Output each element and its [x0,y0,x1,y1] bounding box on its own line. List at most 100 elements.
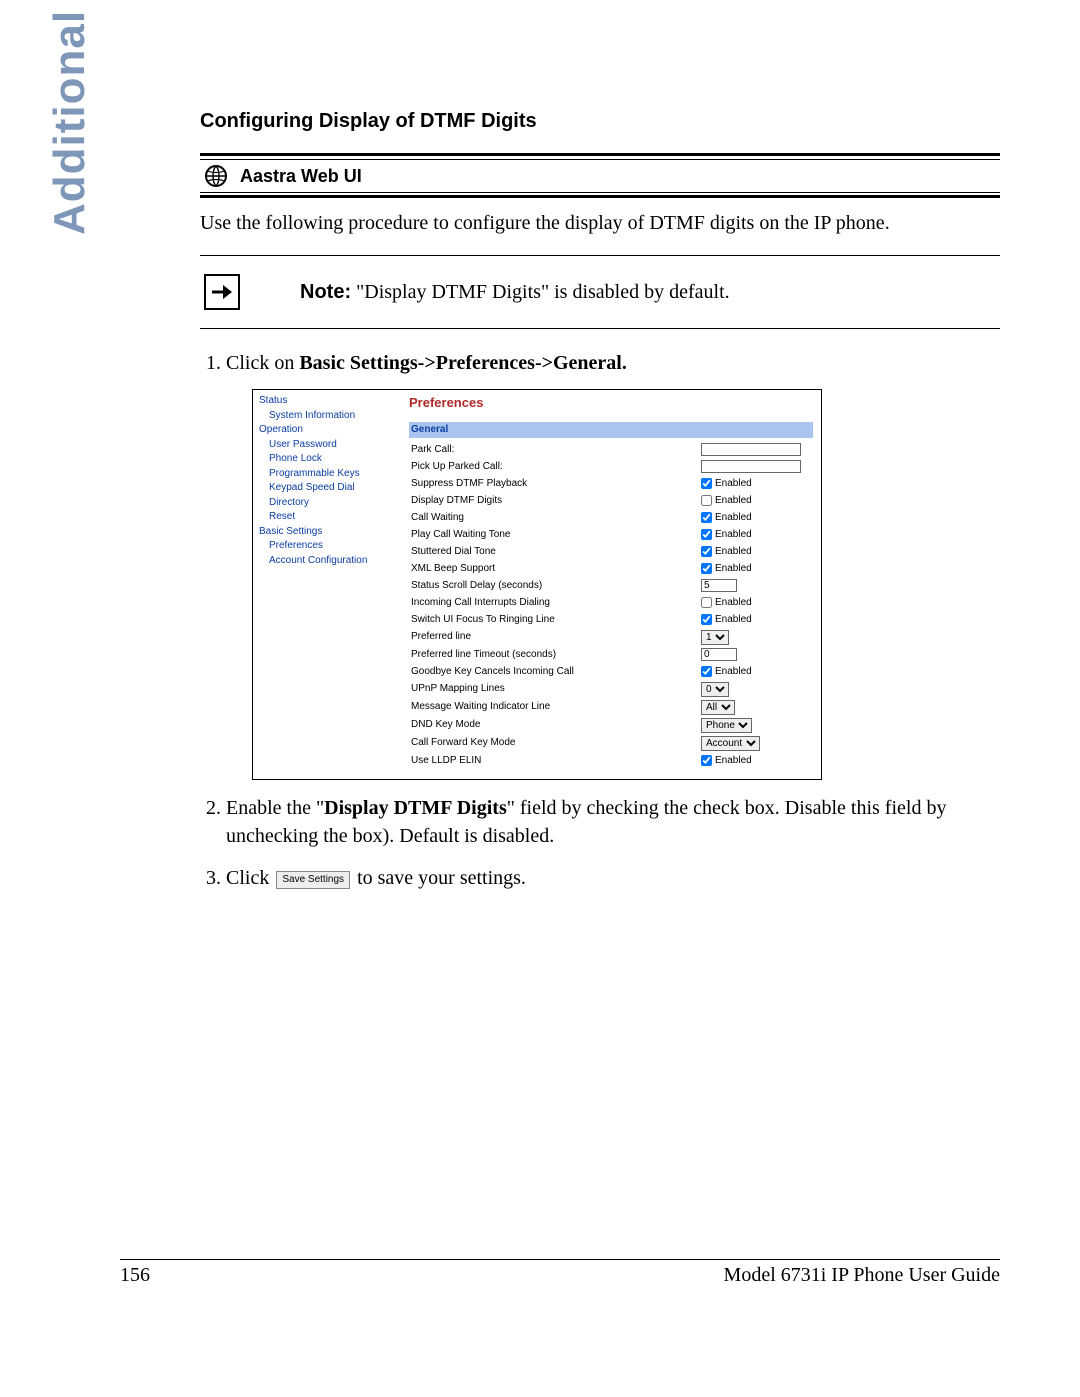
dropdown[interactable]: 0 [701,682,729,697]
pref-label: Park Call: [409,441,699,458]
pref-control: Account [699,734,813,752]
guide-title: Model 6731i IP Phone User Guide [724,1264,1000,1287]
pref-control [699,646,813,663]
table-row: Incoming Call Interrupts DialingEnabled [409,594,813,611]
pref-label: Status Scroll Delay (seconds) [409,577,699,594]
pref-label: Preferred line [409,628,699,646]
nav-basic-settings[interactable]: Basic Settings [259,525,401,540]
checkbox-label: Enabled [715,529,752,540]
nav-system-information[interactable]: System Information [259,409,401,424]
pref-control: Enabled [699,543,813,560]
nav-status[interactable]: Status [259,394,401,409]
checkbox[interactable] [701,546,712,557]
table-row: Goodbye Key Cancels Incoming CallEnabled [409,663,813,680]
pref-label: Play Call Waiting Tone [409,526,699,543]
checkbox[interactable] [701,563,712,574]
pref-label: Display DTMF Digits [409,492,699,509]
step-2: Enable the "Display DTMF Digits" field b… [226,794,1000,850]
nav-phone-lock[interactable]: Phone Lock [259,452,401,467]
table-row: UPnP Mapping Lines0 [409,680,813,698]
pref-control: 0 [699,680,813,698]
table-row: Status Scroll Delay (seconds) [409,577,813,594]
checkbox-label: Enabled [715,614,752,625]
pref-label: Stuttered Dial Tone [409,543,699,560]
table-row: Suppress DTMF Playback Enabled [409,475,813,492]
pref-control: Enabled [699,475,813,492]
pref-label: Suppress DTMF Playback [409,475,699,492]
checkbox[interactable] [701,478,712,489]
pref-control: 1 [699,628,813,646]
table-row: Pick Up Parked Call: [409,458,813,475]
table-row: DND Key ModePhone [409,716,813,734]
text-input[interactable] [701,460,801,473]
checkbox-label: Enabled [715,495,752,506]
text-input[interactable] [701,443,801,456]
nav-operation[interactable]: Operation [259,423,401,438]
pref-control [699,458,813,475]
pref-label: Message Waiting Indicator Line [409,698,699,716]
step-1: Click on Basic Settings->Preferences->Ge… [226,349,1000,780]
pref-control: Enabled [699,492,813,509]
checkbox[interactable] [701,529,712,540]
steps-list: Click on Basic Settings->Preferences->Ge… [200,349,1000,892]
dropdown[interactable]: Phone [701,718,752,733]
aastra-label: Aastra Web UI [240,166,362,187]
checkbox-label: Enabled [715,478,752,489]
dropdown[interactable]: All [701,700,735,715]
page-body: Configuring Display of DTMF Digits Aastr… [200,110,1000,906]
arrow-icon [204,274,240,310]
table-row: Play Call Waiting Tone Enabled [409,526,813,543]
pref-label: Call Waiting [409,509,699,526]
nav-programmable-keys[interactable]: Programmable Keys [259,467,401,482]
webui-screenshot: Status System Information Operation User… [252,389,822,780]
note-row: Note: "Display DTMF Digits" is disabled … [200,255,1000,329]
note-text: Note: "Display DTMF Digits" is disabled … [300,281,730,304]
table-row: Switch UI Focus To Ringing LineEnabled [409,611,813,628]
prefs-table: Park Call:Pick Up Parked Call:Suppress D… [409,441,813,769]
step-3: Click Save Settings to save your setting… [226,864,1000,892]
pref-label: Goodbye Key Cancels Incoming Call [409,663,699,680]
nav-account-configuration[interactable]: Account Configuration [259,554,401,569]
page-number: 156 [120,1264,150,1287]
checkbox-label: Enabled [715,563,752,574]
save-settings-button[interactable]: Save Settings [276,871,350,889]
general-header: General [409,422,813,438]
pref-control: Enabled [699,611,813,628]
nav-preferences[interactable]: Preferences [259,539,401,554]
checkbox-label: Enabled [715,512,752,523]
dropdown[interactable]: 1 [701,630,729,645]
pref-label: Pick Up Parked Call: [409,458,699,475]
pref-label: DND Key Mode [409,716,699,734]
side-tab-label: Additional Features [45,0,95,235]
nav-user-password[interactable]: User Password [259,438,401,453]
checkbox[interactable] [701,512,712,523]
text-input[interactable] [701,579,737,592]
nav-keypad-speed-dial[interactable]: Keypad Speed Dial [259,481,401,496]
nav-directory[interactable]: Directory [259,496,401,511]
pref-label: Preferred line Timeout (seconds) [409,646,699,663]
checkbox[interactable] [701,495,712,506]
table-row: XML Beep Support Enabled [409,560,813,577]
checkbox-label: Enabled [715,597,752,608]
pref-label: UPnP Mapping Lines [409,680,699,698]
nav-reset[interactable]: Reset [259,510,401,525]
table-row: Call Forward Key ModeAccount [409,734,813,752]
table-row: Call Waiting Enabled [409,509,813,526]
table-row: Preferred line1 [409,628,813,646]
pref-label: XML Beep Support [409,560,699,577]
text-input[interactable] [701,648,737,661]
table-row: Message Waiting Indicator LineAll [409,698,813,716]
table-row: Display DTMF Digits Enabled [409,492,813,509]
pref-control: Enabled [699,663,813,680]
checkbox[interactable] [701,755,712,766]
pref-label: Use LLDP ELIN [409,752,699,769]
dropdown[interactable]: Account [701,736,760,751]
checkbox[interactable] [701,597,712,608]
checkbox-label: Enabled [715,546,752,557]
pref-control [699,441,813,458]
prefs-title: Preferences [409,394,813,412]
pref-control [699,577,813,594]
checkbox[interactable] [701,666,712,677]
checkbox[interactable] [701,614,712,625]
pref-control: Phone [699,716,813,734]
